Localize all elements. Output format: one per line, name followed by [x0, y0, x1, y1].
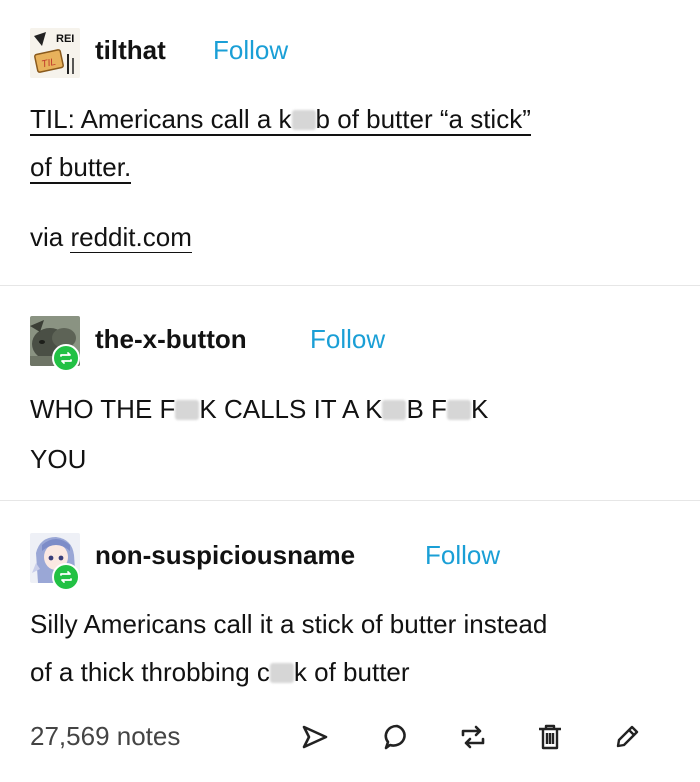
- reply-icon[interactable]: [382, 722, 412, 752]
- reblog-post: the-x-button Follow WHO THE FK CALLS IT …: [0, 286, 700, 500]
- reblog-post: non-suspiciousname Follow Silly American…: [0, 501, 700, 701]
- follow-button-non-suspiciousname[interactable]: Follow: [425, 540, 500, 570]
- title-link-cont[interactable]: of butter.: [30, 152, 132, 184]
- follow-button-the-x-button[interactable]: Follow: [310, 324, 385, 354]
- post-body: TIL: Americans call a kb of butter “a st…: [30, 95, 670, 261]
- edit-icon[interactable]: [612, 722, 642, 752]
- username-tilthat[interactable]: tilthat: [95, 35, 166, 65]
- body-line-2: of a thick throbbing ck of butter: [30, 657, 410, 687]
- username-the-x-button[interactable]: the-x-button: [95, 324, 247, 354]
- notes-count[interactable]: 27,569 notes: [30, 718, 180, 754]
- censor-blur: [269, 663, 294, 683]
- share-icon[interactable]: [300, 722, 330, 752]
- censor-blur: [382, 400, 407, 420]
- username-non-suspiciousname[interactable]: non-suspiciousname: [95, 540, 355, 570]
- avatar-logo-text: REI: [56, 33, 74, 45]
- censor-blur: [446, 400, 471, 420]
- avatar-tilthat[interactable]: REI TIL: [30, 28, 80, 78]
- original-post: REI TIL tilthat Follow TIL: Americans ca…: [0, 0, 700, 285]
- follow-button-tilthat[interactable]: Follow: [213, 35, 288, 65]
- censor-blur: [291, 110, 316, 130]
- delete-icon[interactable]: [535, 722, 565, 752]
- via-label: via: [30, 222, 71, 252]
- body-line-1: Silly Americans call it a stick of butte…: [30, 609, 548, 639]
- censor-blur: [175, 400, 200, 420]
- reblog-badge-icon: [52, 563, 80, 591]
- via-link[interactable]: reddit.com: [70, 222, 192, 253]
- title-link[interactable]: TIL: Americans call a kb of butter “a st…: [30, 104, 531, 136]
- reblog-icon[interactable]: [458, 722, 488, 752]
- title-line-2[interactable]: of butter.: [30, 143, 670, 191]
- body-line-2: YOU: [30, 444, 87, 474]
- post-body: Silly Americans call it a stick of butte…: [30, 600, 670, 696]
- title-line-1[interactable]: TIL: Americans call a kb of butter “a st…: [30, 95, 670, 143]
- post-body: WHO THE FK CALLS IT A KB FK YOU: [30, 384, 670, 484]
- body-line-1: WHO THE FK CALLS IT A KB FK: [30, 394, 489, 424]
- reblog-badge-icon: [52, 344, 80, 372]
- via-line: via reddit.com: [30, 213, 670, 261]
